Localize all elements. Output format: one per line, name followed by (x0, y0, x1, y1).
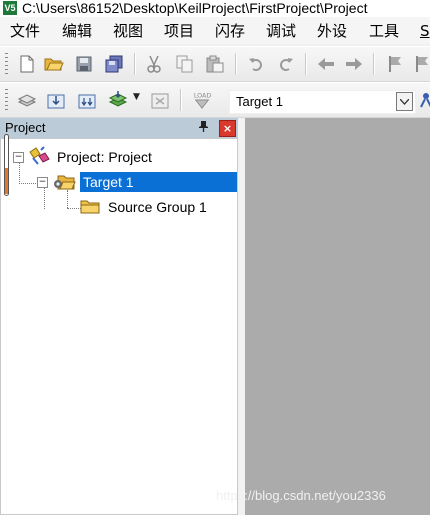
menu-flash[interactable]: 闪存 (215, 21, 245, 41)
redo-icon[interactable] (276, 54, 296, 74)
build-toolbar: ▼ LOAD Target 1 (0, 82, 430, 118)
menu-svcs[interactable]: S (420, 21, 430, 41)
menu-bar: 文件 编辑 视图 项目 闪存 调试 外设 工具 S (0, 17, 430, 44)
copy-icon[interactable] (175, 54, 195, 74)
translate-icon[interactable] (17, 90, 37, 110)
menu-edit[interactable]: 编辑 (62, 21, 92, 41)
target-select-value: Target 1 (236, 94, 283, 109)
menu-view[interactable]: 视图 (113, 21, 143, 41)
bookmark-prev-icon[interactable] (412, 54, 430, 74)
navigate-back-icon[interactable] (316, 54, 336, 74)
toolbar-separator (373, 53, 374, 75)
file-toolbar (0, 46, 430, 82)
watermark: https://blog.csdn.net/you2336 (216, 488, 386, 503)
toolbar-separator (305, 53, 306, 75)
target-collapse-toggle[interactable]: − (37, 177, 48, 188)
tree-item-target[interactable]: Target 1 (80, 172, 237, 192)
toolbar-grip[interactable] (5, 53, 8, 75)
menu-tools[interactable]: 工具 (369, 21, 399, 41)
save-all-icon[interactable] (104, 54, 124, 74)
menu-project[interactable]: 项目 (164, 21, 194, 41)
window-title: C:\Users\86152\Desktop\KeilProject\First… (22, 0, 368, 16)
undo-icon[interactable] (246, 54, 266, 74)
tree-item-project[interactable]: Project: Project (57, 147, 152, 167)
download-load-icon[interactable]: LOAD (192, 90, 212, 110)
menu-file[interactable]: 文件 (10, 21, 40, 41)
scroll-indicator (5, 168, 8, 194)
title-bar: V5 C:\Users\86152\Desktop\KeilProject\Fi… (0, 0, 430, 17)
svg-text:LOAD: LOAD (194, 92, 212, 99)
batch-build-dropdown-icon[interactable]: ▼ (133, 92, 140, 102)
target-folder-icon (52, 173, 76, 195)
panel-splitter[interactable] (238, 118, 245, 515)
tree-connector (67, 208, 81, 209)
toolbar-separator (235, 53, 236, 75)
project-icon (27, 146, 51, 170)
toolbar-grip[interactable] (5, 89, 8, 111)
project-panel-header: Project × (0, 118, 240, 138)
save-icon[interactable] (74, 54, 94, 74)
tree-connector (19, 183, 36, 184)
root-collapse-toggle[interactable]: − (13, 152, 24, 163)
keil-logo-icon: V5 (3, 1, 17, 15)
rebuild-icon[interactable] (77, 90, 97, 110)
menu-debug[interactable]: 调试 (266, 21, 296, 41)
stop-build-icon[interactable] (150, 90, 170, 110)
navigate-forward-icon[interactable] (344, 54, 364, 74)
project-panel-title: Project (5, 120, 46, 135)
target-select-dropdown-icon[interactable] (396, 92, 413, 111)
new-file-icon[interactable] (17, 54, 37, 74)
toolbar-separator (180, 89, 181, 111)
tree-connector (19, 163, 20, 184)
tree-connector (44, 188, 45, 209)
paste-icon[interactable] (205, 54, 225, 74)
build-icon[interactable] (46, 90, 66, 110)
bookmark-flag-icon[interactable] (385, 54, 405, 74)
editor-area (245, 118, 430, 515)
close-panel-button[interactable]: × (219, 120, 236, 137)
cut-icon[interactable] (144, 54, 164, 74)
options-for-target-icon[interactable] (418, 92, 430, 112)
source-group-folder-icon (80, 199, 100, 219)
open-folder-icon[interactable] (44, 54, 64, 74)
pin-icon[interactable] (199, 121, 208, 135)
target-select[interactable]: Target 1 (229, 90, 416, 114)
menu-peripherals[interactable]: 外设 (317, 21, 347, 41)
project-tree (0, 138, 238, 515)
toolbar-separator (134, 53, 135, 75)
batch-build-icon[interactable] (108, 90, 128, 110)
tree-item-source-group[interactable]: Source Group 1 (108, 197, 207, 217)
